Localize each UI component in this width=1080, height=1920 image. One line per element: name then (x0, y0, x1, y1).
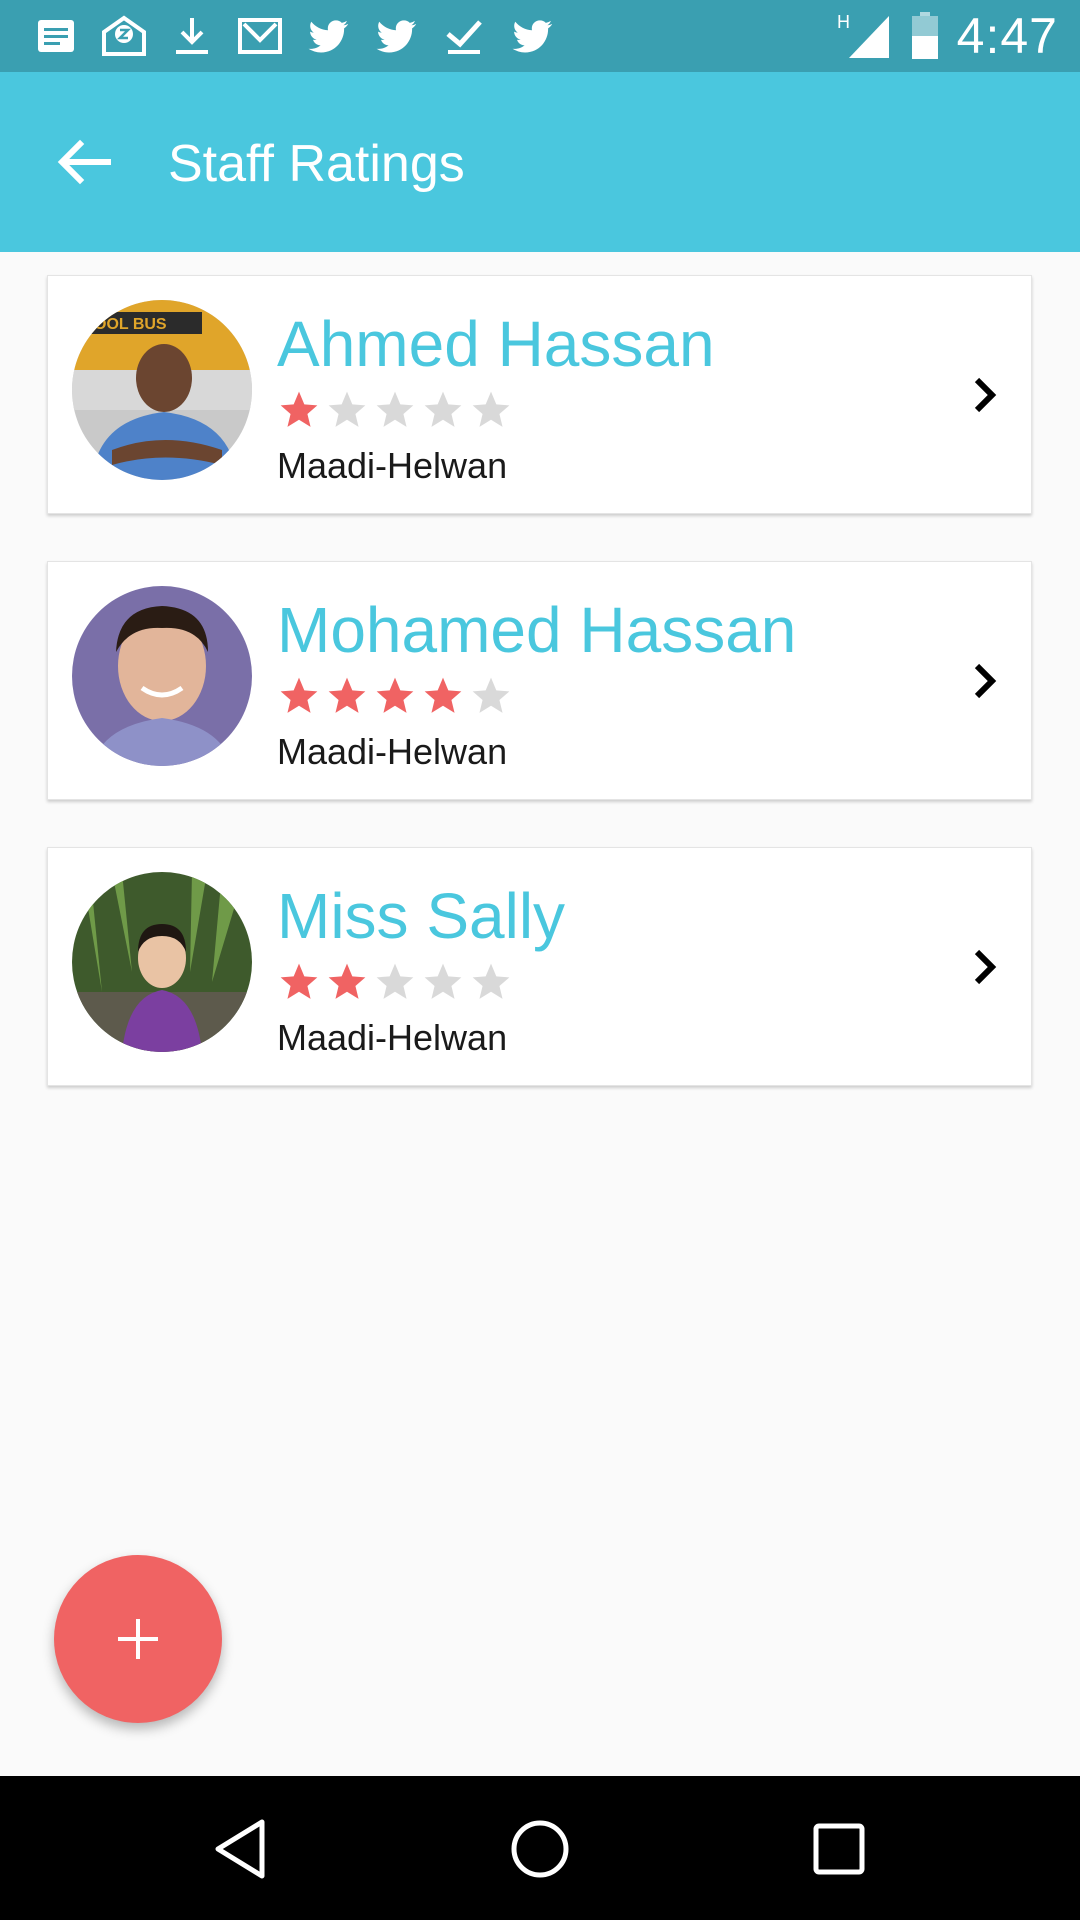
clock: 4:47 (956, 8, 1058, 64)
nav-home-button[interactable] (505, 1814, 575, 1884)
app-bar: Staff Ratings (0, 72, 1080, 252)
staff-card[interactable]: Mohamed Hassan Maadi-Helwan (47, 561, 1032, 800)
star-filled-icon (280, 391, 318, 427)
nav-recents-button[interactable] (804, 1814, 874, 1884)
staff-card[interactable]: Miss Sally Maadi-Helwan (47, 847, 1032, 1086)
star-empty-icon (424, 963, 462, 999)
star-empty-icon (472, 391, 510, 427)
staff-area: Maadi-Helwan (277, 731, 508, 772)
recents-square-icon (813, 1823, 865, 1875)
notes-icon (32, 12, 80, 60)
staff-card[interactable]: OOL BUS Ahmed Hassan Maadi-Helwan (47, 275, 1032, 514)
arrow-back-icon[interactable] (52, 130, 116, 194)
star-filled-icon (424, 677, 462, 713)
star-empty-icon (472, 963, 510, 999)
status-bar: H 4:47 (0, 0, 1080, 72)
plus-icon (118, 1619, 158, 1659)
twitter-icon (508, 12, 556, 60)
mail-z-icon (100, 12, 148, 60)
star-filled-icon (280, 963, 318, 999)
star-empty-icon (472, 677, 510, 713)
chevron-right-icon (974, 949, 997, 985)
chevron-right-icon (974, 377, 997, 413)
staff-name: Ahmed Hassan (277, 308, 715, 380)
star-empty-icon (424, 391, 462, 427)
avatar (72, 872, 252, 1052)
star-empty-icon (328, 391, 366, 427)
notification-icons (32, 12, 556, 60)
svg-text:H: H (837, 12, 850, 32)
star-filled-icon (328, 677, 366, 713)
twitter-icon (372, 12, 420, 60)
avatar (72, 586, 252, 766)
system-status: H 4:47 (837, 8, 1058, 64)
star-empty-icon (376, 963, 414, 999)
star-filled-icon (376, 677, 414, 713)
twitter-icon (304, 12, 352, 60)
star-rating (277, 674, 513, 718)
home-circle-icon (511, 1820, 569, 1878)
download-icon (168, 12, 216, 60)
gmail-icon (236, 12, 284, 60)
staff-area: Maadi-Helwan (277, 445, 508, 486)
star-filled-icon (328, 963, 366, 999)
svg-text:OOL BUS: OOL BUS (94, 316, 167, 333)
staff-area: Maadi-Helwan (277, 1017, 508, 1058)
staff-name: Mohamed Hassan (277, 594, 797, 666)
battery-icon (911, 12, 938, 59)
nav-back-button[interactable] (206, 1814, 276, 1884)
back-triangle-icon (215, 1819, 265, 1879)
add-staff-button[interactable] (54, 1555, 222, 1723)
star-filled-icon (280, 677, 318, 713)
star-rating (277, 960, 513, 1004)
page-title: Staff Ratings (168, 135, 465, 193)
checkmark-icon (440, 12, 488, 60)
avatar: OOL BUS (72, 300, 252, 480)
staff-name: Miss Sally (277, 880, 566, 952)
signal-icon: H (837, 12, 889, 58)
star-empty-icon (376, 391, 414, 427)
chevron-right-icon (974, 663, 997, 699)
system-nav-bar (0, 1776, 1080, 1920)
star-rating (277, 388, 513, 432)
